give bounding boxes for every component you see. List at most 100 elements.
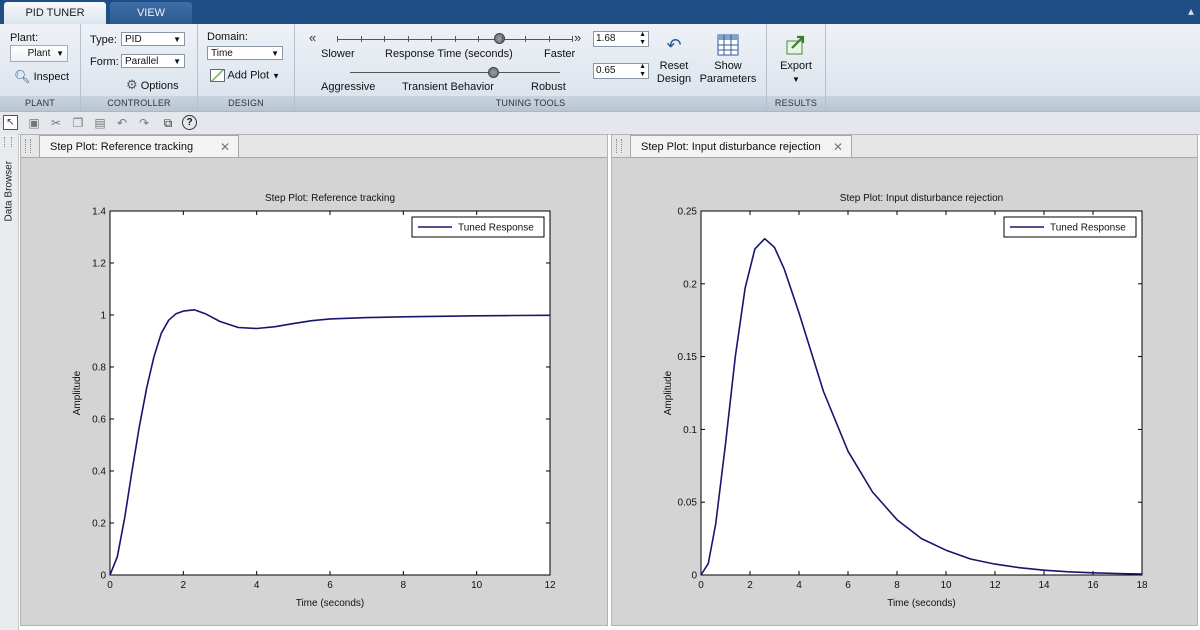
slider-tick (478, 36, 479, 42)
response-time-spinner[interactable]: 1.68 ▲ ▼ (593, 31, 649, 47)
aggressive-label: Aggressive (321, 81, 376, 93)
response-time-slider-thumb[interactable] (494, 33, 506, 44)
reference-tracking-chart: Step Plot: Reference tracking 0 2 4 6 8 10 12 0 0… (72, 193, 556, 609)
response-time-label: Response Time (seconds) (385, 48, 513, 60)
data-browser-label: Data Browser (3, 160, 15, 222)
y-axis-label: Amplitude (663, 370, 674, 415)
data-browser-tab[interactable]: Data Browser (1, 152, 15, 222)
form-dropdown-value: Parallel (125, 56, 159, 67)
collapse-ribbon-icon[interactable]: ▴ (1188, 4, 1194, 18)
add-plot-icon (210, 69, 225, 82)
tab-disturbance-rejection[interactable]: Step Plot: Input disturbance rejection ✕ (630, 135, 852, 157)
window-layout-icon[interactable]: ⧉ (160, 115, 176, 131)
tuning-tools-section-title: TUNING TOOLS (295, 96, 766, 111)
inspect-button[interactable]: 🔍︎ Inspect (14, 69, 69, 85)
export-button[interactable]: Export ▼ (771, 30, 821, 86)
design-section: Domain: Time ▼ Add Plot ▼ DESIGN (198, 24, 295, 111)
show-parameters-button[interactable]: Show Parameters (698, 30, 758, 86)
slower-arrow-icon[interactable]: « (309, 30, 316, 45)
redo-icon[interactable]: ↷ (136, 115, 152, 131)
cut-icon[interactable]: ✂ (48, 115, 64, 131)
paste-icon[interactable]: ▤ (92, 115, 108, 131)
plant-dropdown[interactable]: Plant ▼ (10, 45, 68, 62)
y-tick-label: 1.4 (92, 207, 106, 218)
inspect-label: Inspect (33, 71, 70, 83)
form-label: Form: (90, 56, 119, 68)
results-section-title: RESULTS (767, 96, 825, 111)
slider-tick (407, 36, 409, 42)
y-tick-label: 0.05 (678, 498, 698, 509)
y-axis-label: Amplitude (72, 370, 83, 415)
chevron-down-icon: ▼ (173, 57, 181, 66)
options-button[interactable]: ⚙ Options (126, 77, 179, 93)
add-plot-button[interactable]: Add Plot ▼ (210, 69, 280, 82)
legend-label: Tuned Response (458, 223, 534, 234)
spinner-arrows-icon: ▲ ▼ (639, 63, 646, 78)
slider-tick (548, 36, 550, 42)
disturbance-rejection-chart: Step Plot: Input disturbance rejection 0 2… (663, 193, 1148, 609)
chevron-down-icon: ▼ (792, 75, 800, 84)
type-dropdown[interactable]: PID ▼ (121, 32, 185, 46)
domain-label: Domain: (207, 31, 248, 43)
tab-pid-tuner[interactable]: PID TUNER (4, 2, 106, 24)
slower-label: Slower (321, 48, 355, 60)
ribbon-tab-strip: PID TUNER VIEW ▴ (0, 0, 1200, 24)
close-icon[interactable]: ✕ (833, 136, 843, 158)
spinner-arrows-icon: ▲ ▼ (639, 31, 646, 46)
x-tick-label: 0 (107, 580, 113, 591)
plot-document-disturbance: Step Plot: Input disturbance rejection ✕… (611, 134, 1198, 626)
controller-section: Type: PID ▼ Form: Parallel ▼ ⚙ Options C… (81, 24, 198, 111)
response-time-value: 1.68 (596, 33, 616, 44)
transient-value: 0.65 (596, 65, 616, 76)
chart-title: Step Plot: Reference tracking (265, 193, 395, 204)
show-label-2: Parameters (699, 73, 757, 85)
legend-label: Tuned Response (1050, 223, 1126, 234)
design-section-title: DESIGN (198, 96, 294, 111)
data-browser-strip: Data Browser (0, 134, 19, 630)
slider-tick (501, 36, 503, 42)
help-icon[interactable]: ? (182, 115, 197, 130)
chart-title: Step Plot: Input disturbance rejection (840, 193, 1003, 204)
export-icon (771, 30, 821, 60)
chevron-down-icon: ▼ (272, 71, 281, 81)
add-plot-label: Add Plot (227, 69, 270, 82)
slider-tick (525, 36, 526, 42)
y-tick-label: 0.1 (683, 425, 697, 436)
grip-icon (25, 139, 31, 153)
close-icon[interactable]: ✕ (220, 136, 230, 158)
table-icon (698, 30, 758, 60)
domain-dropdown[interactable]: Time ▼ (207, 46, 283, 60)
export-label: Export (780, 60, 812, 72)
type-label: Type: (90, 34, 117, 46)
tab-disturbance-rejection-label: Step Plot: Input disturbance rejection (641, 141, 821, 153)
robust-label: Robust (531, 81, 566, 93)
plot-document-reference: Step Plot: Reference tracking ✕ Step Plo… (20, 134, 608, 626)
copy-icon[interactable]: ❐ (70, 115, 86, 131)
x-tick-label: 0 (698, 580, 704, 591)
x-tick-label: 18 (1136, 580, 1148, 591)
faster-arrow-icon[interactable]: » (574, 30, 581, 45)
reset-design-button[interactable]: ↶ Reset Design (656, 30, 692, 86)
dock-icon[interactable]: ↖ (3, 115, 18, 130)
faster-label: Faster (544, 48, 576, 60)
y-tick-label: 0.25 (678, 207, 698, 218)
y-tick-label: 0.6 (92, 415, 106, 426)
tuning-tools-section: « » Slower Response Time (seconds) Faste… (295, 24, 767, 111)
y-tick-label: 0 (100, 571, 106, 582)
slider-tick (572, 36, 573, 42)
y-tick-label: 0.15 (678, 352, 698, 363)
grip-icon (616, 139, 622, 153)
transient-track (350, 72, 560, 73)
plot-area (109, 210, 551, 576)
transient-spinner[interactable]: 0.65 ▲ ▼ (593, 63, 649, 79)
form-dropdown[interactable]: Parallel ▼ (121, 54, 185, 68)
undo-arrow-icon: ↶ (666, 35, 682, 55)
save-icon[interactable]: ▣ (26, 115, 42, 131)
undo-icon[interactable]: ↶ (114, 115, 130, 131)
chevron-down-icon: ▼ (56, 49, 64, 58)
reset-label: Reset (659, 60, 689, 72)
transient-slider-thumb[interactable] (487, 67, 499, 78)
domain-dropdown-value: Time (211, 48, 233, 59)
tab-view[interactable]: VIEW (110, 2, 192, 24)
tab-reference-tracking[interactable]: Step Plot: Reference tracking ✕ (39, 135, 239, 157)
